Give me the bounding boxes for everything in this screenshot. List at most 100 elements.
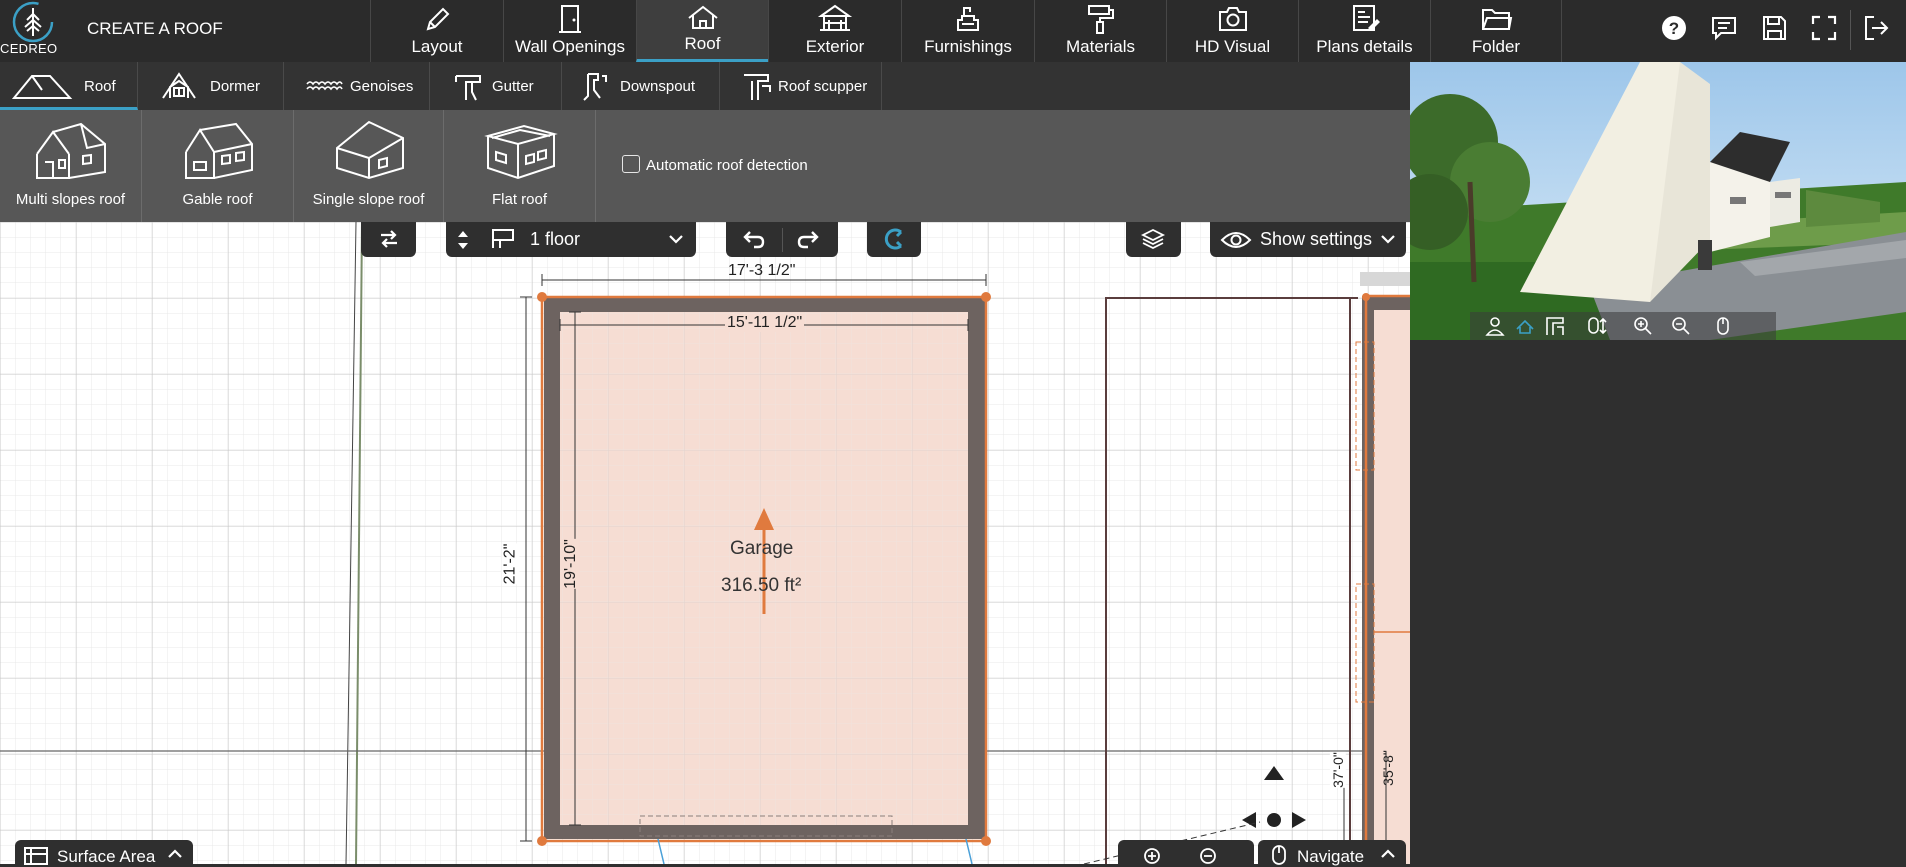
- mouse-icon[interactable]: [1712, 315, 1734, 337]
- door-icon: [559, 5, 581, 33]
- tab-wall-openings[interactable]: Wall Openings: [503, 0, 636, 62]
- dimension-label: 35'-8": [1379, 750, 1396, 786]
- side-panel: [1410, 340, 1906, 864]
- redo-icon[interactable]: [796, 229, 822, 251]
- surface-area-label: Surface Area: [57, 847, 156, 866]
- layers-button[interactable]: [1126, 222, 1181, 257]
- roof-icon: [12, 75, 73, 99]
- tab-materials[interactable]: Materials: [1034, 0, 1166, 62]
- genoises-icon: [306, 81, 343, 91]
- save-icon[interactable]: [1758, 12, 1790, 44]
- cedreo-logo[interactable]: CEDREO: [0, 0, 70, 62]
- subtab-roof[interactable]: Roof: [0, 62, 138, 110]
- fullscreen-icon[interactable]: [1808, 12, 1840, 44]
- mouse-height-icon[interactable]: [1586, 315, 1608, 337]
- comment-icon[interactable]: [1708, 12, 1740, 44]
- tab-label: Folder: [1471, 37, 1521, 56]
- dormer-icon: [162, 72, 196, 99]
- zoom-in-icon[interactable]: [1632, 315, 1654, 337]
- subtab-gutter[interactable]: Gutter: [430, 62, 562, 110]
- tab-label: Exterior: [805, 37, 865, 56]
- flat-roof-button[interactable]: Flat roof: [444, 110, 596, 222]
- folder-icon: [1482, 9, 1513, 30]
- roof-type-label: Multi slopes roof: [15, 191, 126, 208]
- updown-arrows-icon[interactable]: [454, 227, 472, 253]
- tab-plans-details[interactable]: Plans details: [1298, 0, 1430, 62]
- swap-button[interactable]: [361, 222, 416, 257]
- logo-text: CEDREO: [0, 41, 58, 56]
- house-roof-icon: [687, 5, 718, 29]
- single-slope-roof-button[interactable]: Single slope roof: [294, 110, 444, 222]
- tab-folder[interactable]: Folder: [1430, 0, 1562, 62]
- tab-furnishings[interactable]: Furnishings: [901, 0, 1034, 62]
- tab-label: Plans details: [1316, 37, 1413, 56]
- multi-slopes-roof-button[interactable]: Multi slopes roof: [0, 110, 142, 222]
- logout-icon[interactable]: [1860, 12, 1892, 44]
- tab-exterior[interactable]: Exterior: [768, 0, 901, 62]
- auto-detect-checkbox[interactable]: [622, 155, 640, 173]
- tab-hd-visual[interactable]: HD Visual: [1166, 0, 1298, 62]
- floor-select-value: 1 floor: [530, 229, 581, 249]
- dimension-label: 21'-2": [501, 543, 520, 585]
- subtab-roof-scupper[interactable]: Roof scupper: [720, 62, 882, 110]
- roof-type-label: Gable roof: [182, 191, 253, 208]
- undo-icon[interactable]: [740, 229, 766, 251]
- magnet-button[interactable]: [867, 222, 921, 257]
- zoom-out-icon[interactable]: [1670, 315, 1692, 337]
- top-bar: CEDREO CREATE A ROOF Layout Wall Opening…: [0, 0, 1906, 62]
- visitor-view-icon[interactable]: [1484, 315, 1506, 337]
- eye-icon: [1220, 232, 1252, 248]
- aerial-view-icon[interactable]: [1514, 315, 1536, 337]
- paint-roller-icon: [1087, 5, 1114, 34]
- tab-label: Materials: [1066, 37, 1135, 56]
- camera-icon: [1218, 7, 1247, 31]
- subtab-label: Roof scupper: [778, 78, 868, 95]
- page-title: CREATE A ROOF: [87, 19, 223, 38]
- zoom-controls: [1118, 840, 1254, 864]
- help-icon[interactable]: ?: [1658, 12, 1690, 44]
- tab-layout[interactable]: Layout: [370, 0, 503, 62]
- plans-icon: [1352, 5, 1380, 31]
- 3d-preview-toolbar: [1470, 312, 1776, 340]
- undo-redo-group: [726, 222, 838, 257]
- chevron-down-icon: [669, 235, 683, 244]
- subtab-label: Downspout: [620, 78, 696, 95]
- table-icon: [24, 847, 48, 865]
- subtab-genoises[interactable]: Genoises: [284, 62, 430, 110]
- show-settings-label: Show settings: [1260, 229, 1373, 249]
- 3d-scene-image: [1410, 62, 1906, 340]
- multi-slopes-roof-icon: [35, 122, 106, 179]
- room-area: 316.50 ft²: [721, 575, 802, 596]
- svg-text:?: ?: [1669, 19, 1679, 38]
- mouse-icon: [1272, 845, 1286, 865]
- navigate-label: Navigate: [1297, 847, 1365, 866]
- room-name: Garage: [730, 538, 794, 559]
- subtab-label: Genoises: [350, 78, 414, 95]
- zoom-in-icon[interactable]: [1142, 846, 1162, 866]
- roof-subtabs: Roof Dormer Genoises Gutter Downspout Ro…: [0, 62, 1410, 110]
- section-view-icon[interactable]: [1544, 315, 1566, 337]
- tab-label: HD Visual: [1194, 37, 1271, 56]
- flat-roof-icon: [483, 124, 558, 180]
- tab-label: Wall Openings: [515, 37, 625, 56]
- layers-icon: [1140, 228, 1166, 250]
- gable-roof-icon: [184, 122, 253, 179]
- dimension-label: 17'-3 1/2": [728, 262, 796, 279]
- dimension-label: 19'-10": [561, 539, 580, 589]
- chevron-down-icon: [1381, 235, 1395, 244]
- swap-icon: [381, 230, 397, 248]
- pencil-icon: [426, 7, 450, 31]
- 3d-preview[interactable]: [1410, 62, 1906, 340]
- magnet-icon: [884, 228, 903, 250]
- single-slope-roof-icon: [335, 120, 404, 180]
- zoom-out-icon[interactable]: [1198, 846, 1218, 866]
- garage-room[interactable]: [537, 292, 991, 846]
- subtab-label: Gutter: [492, 78, 534, 95]
- plan-canvas[interactable]: 17'-3 1/2" 15'-11 1/2" 21'-2" 19'-10" 37…: [0, 222, 1410, 864]
- gable-roof-button[interactable]: Gable roof: [142, 110, 294, 222]
- roof-type-label: Flat roof: [491, 191, 548, 208]
- subtab-dormer[interactable]: Dormer: [138, 62, 284, 110]
- subtab-downspout[interactable]: Downspout: [562, 62, 720, 110]
- tab-roof[interactable]: Roof: [636, 0, 768, 62]
- chevron-up-icon: [168, 849, 182, 858]
